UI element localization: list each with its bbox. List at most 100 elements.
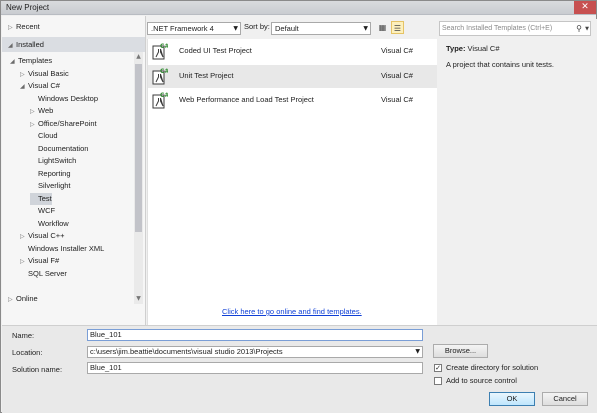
template-language: Visual C# bbox=[381, 95, 413, 104]
template-language: Visual C# bbox=[381, 46, 413, 55]
csharp-test-project-icon: C# bbox=[152, 68, 169, 85]
framework-select[interactable]: .NET Framework 4 ▼ bbox=[147, 22, 241, 35]
tree-item[interactable]: ◢ Visual C# bbox=[20, 80, 60, 92]
tree-item-label: LightSwitch bbox=[38, 156, 77, 165]
tree-item-label: Visual C# bbox=[28, 81, 60, 90]
framework-value: .NET Framework 4 bbox=[151, 24, 214, 33]
template-row[interactable]: C# Unit Test Project Visual C# bbox=[148, 64, 438, 88]
search-icon[interactable]: ⚲ bbox=[576, 22, 582, 35]
tree-item-label: Reporting bbox=[38, 168, 71, 178]
tree-item-label: Silverlight bbox=[38, 181, 71, 190]
tree-item-label: Templates bbox=[18, 56, 53, 65]
template-row[interactable]: C# Coded UI Test Project Visual C# bbox=[148, 40, 438, 63]
tree-item-label: Windows Installer XML bbox=[28, 243, 105, 253]
location-value: c:\users\jim.beattie\documents\visual st… bbox=[90, 347, 283, 356]
tree-section-recent[interactable]: ▷ Recent bbox=[2, 19, 145, 34]
ok-button[interactable]: OK bbox=[489, 392, 535, 406]
tree-item[interactable]: WCF bbox=[30, 205, 55, 217]
add-source-control-label: Add to source control bbox=[446, 376, 517, 385]
name-field[interactable]: Blue_101 bbox=[87, 329, 423, 341]
tree-section-installed-label: Installed bbox=[16, 40, 44, 49]
collapse-arrow-icon[interactable]: ◢ bbox=[8, 38, 16, 53]
tree-section-online[interactable]: ▷ Online bbox=[2, 291, 145, 306]
checkbox-unchecked-icon[interactable] bbox=[434, 377, 442, 386]
tree-item-label: Web bbox=[38, 106, 54, 115]
expand-arrow-icon[interactable]: ▷ bbox=[30, 106, 38, 118]
csharp-test-project-icon: C# bbox=[152, 43, 169, 60]
tree-section-installed[interactable]: ◢ Installed bbox=[2, 37, 145, 52]
location-field[interactable]: c:\users\jim.beattie\documents\visual st… bbox=[87, 346, 423, 358]
tree-item[interactable]: ▷ Web bbox=[30, 105, 53, 117]
template-row[interactable]: C# Web Performance and Load Test Project V… bbox=[148, 89, 438, 112]
small-icons-view-icon[interactable]: ▦ bbox=[376, 21, 389, 34]
scroll-up-icon[interactable]: ▲ bbox=[134, 52, 143, 62]
find-templates-online-link[interactable]: Click here to go online and find templat… bbox=[222, 307, 362, 316]
chevron-down-icon[interactable]: ▼ bbox=[415, 347, 420, 357]
expand-arrow-icon[interactable]: ▷ bbox=[30, 119, 38, 131]
tree-item[interactable]: SQL Server bbox=[20, 268, 67, 280]
tree-item[interactable]: Documentation bbox=[30, 143, 88, 155]
window-title: New Project bbox=[6, 3, 50, 12]
expand-arrow-icon[interactable]: ▷ bbox=[20, 69, 28, 81]
expand-arrow-icon[interactable]: ▷ bbox=[20, 231, 28, 243]
solution-name-label: Solution name: bbox=[12, 365, 63, 374]
solution-name-value: Blue_101 bbox=[90, 363, 122, 372]
template-language: Visual C# bbox=[381, 70, 413, 80]
tree-item-label: Documentation bbox=[38, 143, 89, 153]
template-toolbar: .NET Framework 4 ▼ Sort by: Default ▼ ▦ … bbox=[147, 19, 437, 39]
expand-arrow-icon[interactable]: ▷ bbox=[8, 292, 16, 307]
tree-item[interactable]: Workflow bbox=[30, 218, 69, 230]
category-tree: ▷ Recent ◢ Installed ◢ Templates ▷ Visual Bas… bbox=[2, 16, 146, 325]
sort-by-select[interactable]: Default ▼ bbox=[271, 22, 371, 35]
collapse-arrow-icon[interactable]: ◢ bbox=[10, 56, 18, 68]
template-name: Coded UI Test Project bbox=[179, 46, 252, 55]
tree-item-label: Test bbox=[38, 193, 52, 203]
tree-item[interactable]: ▷ Visual Basic bbox=[20, 68, 69, 80]
tree-item-label: SQL Server bbox=[28, 268, 67, 278]
template-list: C# Coded UI Test Project Visual C# C# Unit T… bbox=[147, 39, 438, 325]
svg-text:C#: C# bbox=[160, 68, 168, 75]
scrollbar-thumb[interactable] bbox=[135, 64, 142, 232]
solution-name-field[interactable]: Blue_101 bbox=[87, 362, 423, 374]
tree-scrollbar[interactable]: ▲ ▼ bbox=[134, 52, 143, 304]
expand-arrow-icon[interactable]: ▷ bbox=[8, 20, 16, 35]
sort-by-value: Default bbox=[275, 24, 299, 33]
tree-item[interactable]: ▷ Office/SharePoint bbox=[30, 118, 97, 130]
tree-item-label: Cloud bbox=[38, 131, 58, 140]
add-source-control-checkbox[interactable]: Add to source control bbox=[434, 376, 517, 386]
title-bar: New Project ✕ bbox=[1, 1, 596, 15]
tree-item[interactable]: Reporting bbox=[30, 168, 71, 180]
tree-item-label: Visual C++ bbox=[28, 231, 65, 240]
close-button[interactable]: ✕ bbox=[574, 1, 596, 14]
svg-text:C#: C# bbox=[160, 92, 168, 99]
tree-item[interactable]: Silverlight bbox=[30, 180, 71, 192]
checkbox-checked-icon[interactable]: ✓ bbox=[434, 364, 442, 373]
tree-item[interactable]: ▷ Visual F# bbox=[20, 255, 59, 267]
tree-item[interactable]: ▷ Visual C++ bbox=[20, 230, 65, 242]
chevron-down-icon: ▼ bbox=[363, 25, 368, 32]
browse-button[interactable]: Browse... bbox=[433, 344, 488, 358]
template-name: Unit Test Project bbox=[179, 70, 234, 80]
tree-item-label: Workflow bbox=[38, 218, 69, 228]
tree-item[interactable]: Cloud bbox=[30, 130, 58, 142]
expand-arrow-icon[interactable]: ▷ bbox=[20, 256, 28, 268]
tree-item[interactable]: LightSwitch bbox=[30, 155, 76, 167]
tree-item[interactable]: ◢ Templates bbox=[10, 55, 52, 67]
list-view-icon[interactable]: ☰ bbox=[391, 21, 404, 34]
tree-item-label: Windows Desktop bbox=[38, 93, 99, 103]
create-directory-label: Create directory for solution bbox=[446, 363, 539, 372]
tree-item[interactable]: Test bbox=[30, 192, 52, 205]
name-value: Blue_101 bbox=[90, 330, 122, 339]
tree-section-online-label: Online bbox=[16, 294, 38, 303]
tree-item-label: Office/SharePoint bbox=[38, 118, 97, 128]
svg-text:C#: C# bbox=[160, 43, 168, 50]
create-directory-checkbox[interactable]: ✓ Create directory for solution bbox=[434, 363, 538, 373]
search-templates-input[interactable]: Search Installed Templates (Ctrl+E) ⚲ ▼ bbox=[439, 21, 591, 36]
new-project-dialog: New Project ✕ ▷ Recent ◢ Installed ◢ Templa… bbox=[0, 0, 597, 413]
search-placeholder: Search Installed Templates (Ctrl+E) bbox=[442, 25, 553, 32]
collapse-arrow-icon[interactable]: ◢ bbox=[20, 81, 28, 93]
chevron-down-icon[interactable]: ▼ bbox=[585, 23, 589, 36]
tree-item[interactable]: Windows Installer XML bbox=[20, 243, 104, 255]
cancel-button[interactable]: Cancel bbox=[542, 392, 588, 406]
tree-item[interactable]: Windows Desktop bbox=[30, 93, 98, 105]
